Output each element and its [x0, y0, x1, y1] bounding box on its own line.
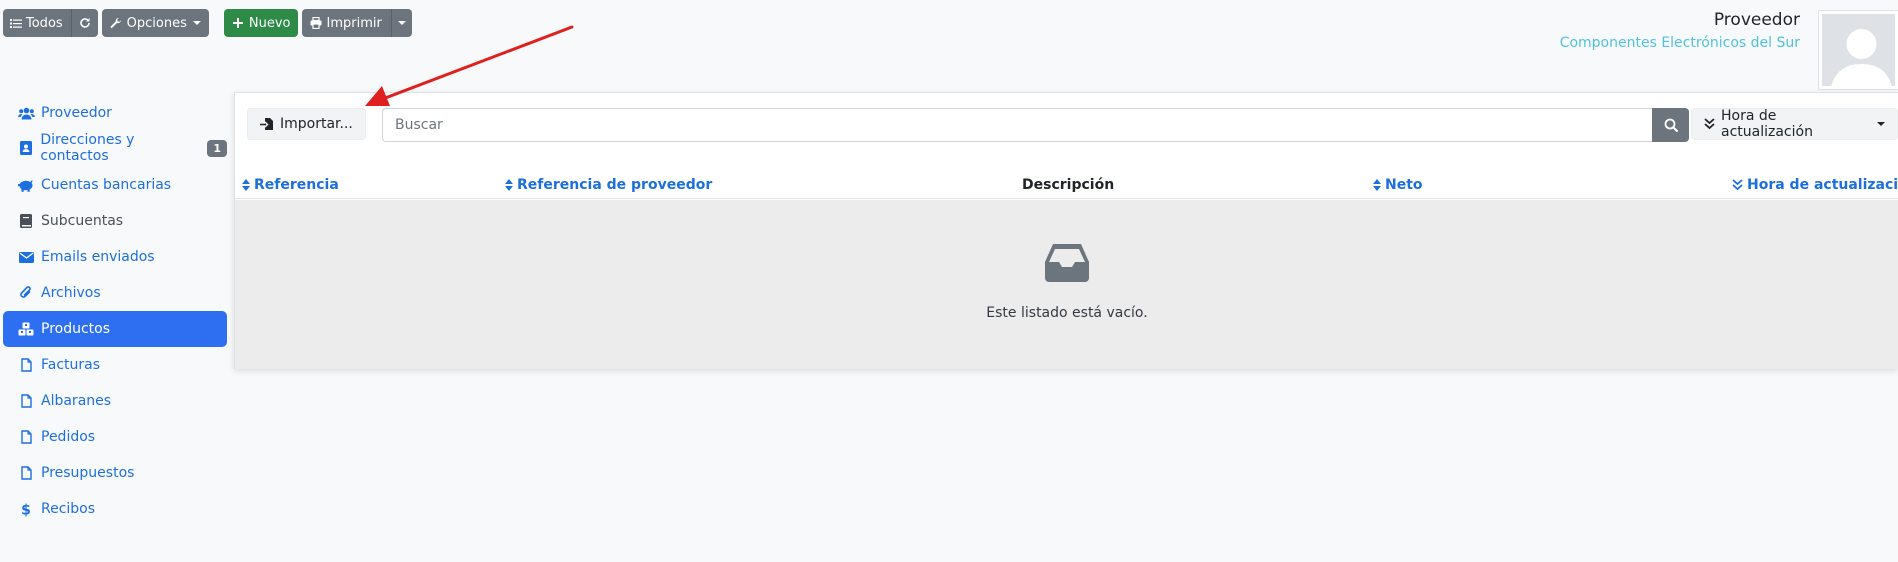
column-header-hora-actualizacion[interactable]: Hora de actualización	[1732, 177, 1898, 193]
all-button-label: Todos	[26, 15, 63, 31]
sidebar-item-label: Cuentas bancarias	[41, 177, 172, 193]
search-bar	[382, 108, 1689, 142]
search-icon	[1664, 118, 1678, 132]
chevron-down-icon	[1877, 122, 1885, 126]
double-chevron-down-icon	[1732, 179, 1743, 191]
dollar-icon: $	[17, 501, 35, 517]
all-button[interactable]: Todos	[3, 9, 71, 37]
sidebar-item-recibos[interactable]: $ Recibos	[3, 491, 227, 527]
refresh-icon	[79, 17, 91, 29]
sort-dropdown-label: Hora de actualización	[1721, 108, 1813, 140]
envelope-icon	[17, 249, 35, 265]
column-header-label: Hora de actualización	[1747, 177, 1898, 193]
sidebar-item-label: Facturas	[41, 357, 101, 373]
cubes-icon	[17, 321, 35, 337]
column-header-neto[interactable]: Neto	[1373, 177, 1423, 193]
empty-state-text: Este listado está vacío.	[986, 305, 1148, 321]
annotation-arrow	[365, 25, 574, 106]
sidebar-item-label: Pedidos	[41, 429, 96, 445]
book-icon	[17, 213, 35, 229]
sidebar-item-productos[interactable]: Productos	[3, 311, 227, 347]
sidebar: Proveedor Direcciones y contactos 1 Cuen…	[3, 95, 227, 527]
wrench-icon	[110, 17, 122, 29]
column-header-referencia-proveedor[interactable]: Referencia de proveedor	[505, 177, 712, 193]
sidebar-item-archivos[interactable]: Archivos	[3, 275, 227, 311]
file-icon	[17, 357, 35, 373]
search-button[interactable]	[1652, 108, 1689, 142]
sidebar-item-presupuestos[interactable]: Presupuestos	[3, 455, 227, 491]
users-icon	[17, 105, 35, 121]
file-icon	[17, 465, 35, 481]
avatar	[1819, 11, 1898, 89]
list-icon	[10, 18, 22, 29]
options-button-label: Opciones	[126, 15, 187, 31]
column-header-label: Referencia	[254, 177, 339, 193]
column-header-referencia[interactable]: Referencia	[242, 177, 339, 193]
chevron-down-icon	[192, 21, 201, 25]
products-panel: Importar... Hora de actualización Refere…	[234, 92, 1898, 369]
supplier-name: Componentes Electrónicos del Sur	[1559, 35, 1800, 51]
double-chevron-down-icon	[1704, 118, 1715, 130]
column-header-descripcion: Descripción	[1022, 177, 1114, 193]
options-button[interactable]: Opciones	[101, 9, 209, 37]
column-header-label: Descripción	[1022, 177, 1115, 193]
sidebar-item-proveedor[interactable]: Proveedor	[3, 95, 227, 131]
sidebar-item-label: Productos	[41, 321, 111, 337]
sort-dropdown[interactable]: Hora de actualización	[1691, 108, 1898, 140]
contacts-count-badge: 1	[207, 139, 227, 157]
sort-icon	[505, 179, 513, 191]
page-title: Proveedor	[1713, 10, 1800, 30]
sidebar-item-label: Archivos	[41, 285, 101, 301]
sidebar-item-facturas[interactable]: Facturas	[3, 347, 227, 383]
column-header-label: Referencia de proveedor	[517, 177, 713, 193]
file-import-icon	[260, 117, 275, 131]
sidebar-item-label: Emails enviados	[41, 249, 155, 265]
piggy-bank-icon	[17, 177, 35, 193]
column-header-label: Neto	[1385, 177, 1423, 193]
import-button-label: Importar...	[280, 116, 353, 132]
empty-state: Este listado está vacío.	[235, 200, 1898, 369]
inbox-icon	[1045, 242, 1089, 286]
search-input[interactable]	[382, 108, 1652, 142]
sidebar-item-label: Albaranes	[41, 393, 112, 409]
sidebar-item-label: Presupuestos	[41, 465, 135, 481]
plus-icon	[232, 18, 243, 28]
sidebar-item-emails[interactable]: Emails enviados	[3, 239, 227, 275]
file-icon	[17, 393, 35, 409]
sidebar-item-direcciones[interactable]: Direcciones y contactos 1	[3, 131, 227, 165]
sidebar-item-cuentas-bancarias[interactable]: Cuentas bancarias	[3, 167, 227, 203]
user-placeholder-icon	[1831, 29, 1892, 86]
sidebar-item-subcuentas[interactable]: Subcuentas	[3, 203, 227, 239]
table-header: Referencia Referencia de proveedor Descr…	[235, 171, 1898, 199]
paperclip-icon	[17, 285, 35, 301]
printer-icon	[310, 17, 322, 29]
sidebar-item-label: Direcciones y contactos	[40, 132, 135, 164]
new-button[interactable]: Nuevo	[223, 9, 298, 37]
all-button-group: Todos	[3, 9, 98, 37]
address-book-icon	[17, 140, 34, 156]
svg-text:$: $	[21, 502, 31, 517]
refresh-button[interactable]	[70, 9, 98, 37]
sort-icon	[1373, 179, 1381, 191]
sort-icon	[242, 179, 250, 191]
sidebar-item-albaranes[interactable]: Albaranes	[3, 383, 227, 419]
top-toolbar: Todos Opciones Nuevo Imprimir	[3, 9, 412, 37]
sidebar-item-label: Proveedor	[41, 105, 112, 121]
sidebar-item-label: Recibos	[41, 501, 96, 517]
import-button[interactable]: Importar...	[247, 108, 366, 140]
file-icon	[17, 429, 35, 445]
sidebar-item-label: Subcuentas	[41, 213, 124, 229]
sidebar-item-pedidos[interactable]: Pedidos	[3, 419, 227, 455]
new-button-label: Nuevo	[248, 15, 291, 31]
